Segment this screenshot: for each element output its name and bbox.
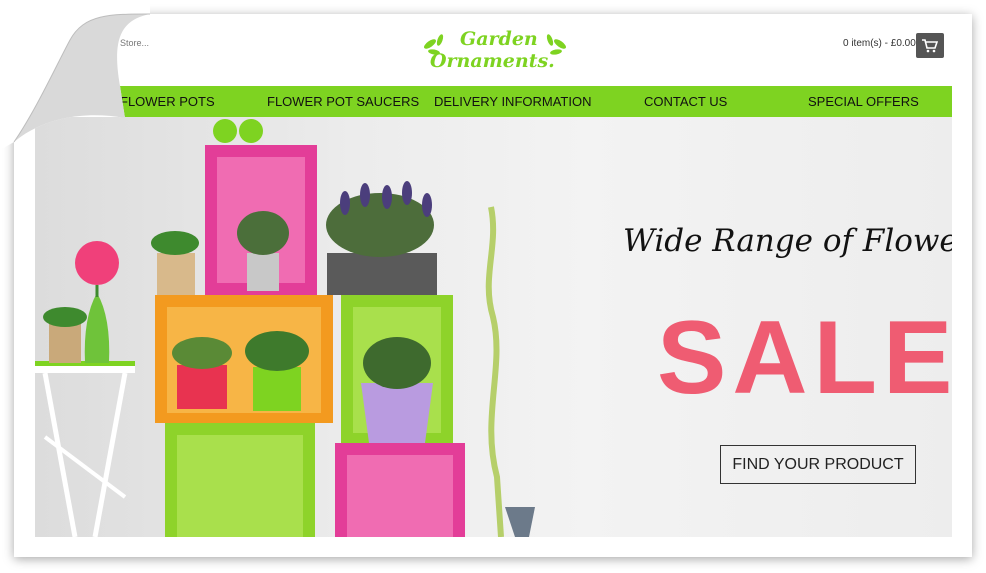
page-curl-corner [0, 0, 150, 150]
nav-item-special-offers[interactable]: SPECIAL OFFERS [808, 94, 919, 109]
cart-button[interactable] [916, 33, 944, 58]
find-your-product-button[interactable]: FIND YOUR PRODUCT [720, 445, 916, 484]
nav-item-flower-pot-saucers[interactable]: FLOWER POT SAUCERS [267, 94, 419, 109]
logo-text-garden: Garden [460, 28, 538, 50]
nav-item-contact-us[interactable]: CONTACT US [644, 94, 727, 109]
hero-headline: Wide Range of Flower [623, 223, 952, 259]
shopping-cart-icon [922, 38, 938, 52]
hero-banner: Wide Range of Flower SALE FIND YOUR PROD… [35, 117, 952, 537]
main-nav: FLOWER POTS FLOWER POT SAUCERS DELIVERY … [120, 86, 952, 117]
hero-sale-text: SALE [657, 300, 952, 416]
site-logo[interactable]: Garden Ornaments. [420, 28, 570, 78]
cart-summary[interactable]: 0 item(s) - £0.00 [843, 38, 916, 49]
logo-text-ornaments: Ornaments. [430, 50, 555, 72]
hero-plant-shelves-image [35, 119, 535, 537]
nav-item-delivery-information[interactable]: DELIVERY INFORMATION [434, 94, 591, 109]
